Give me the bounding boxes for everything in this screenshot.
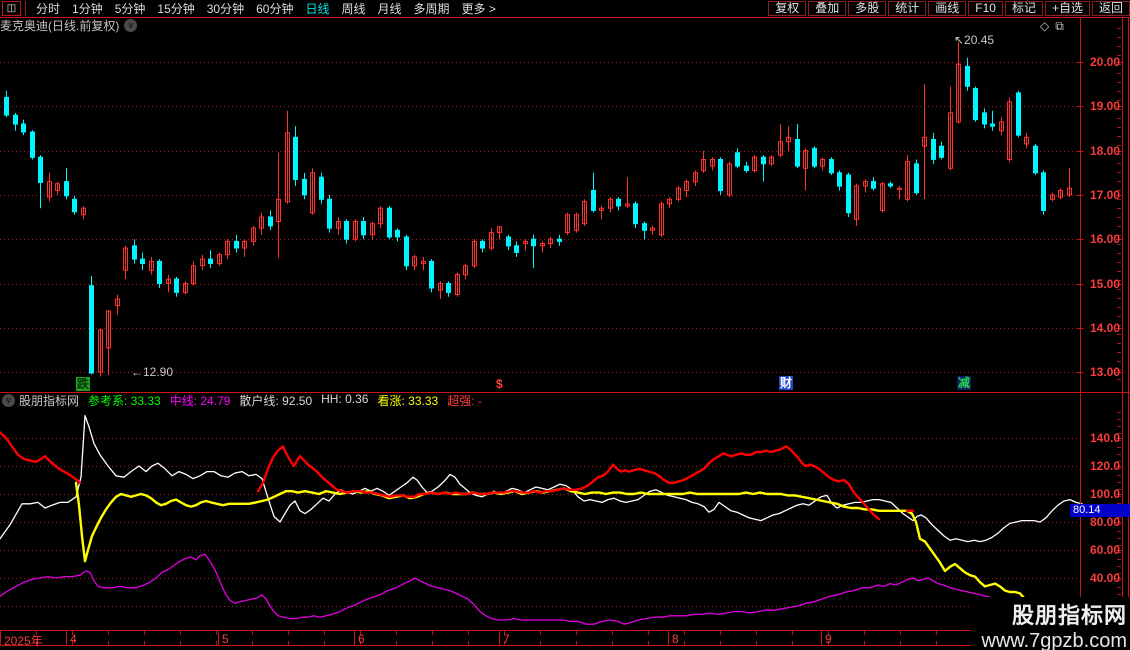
time-axis-month-1: 5 — [222, 632, 229, 646]
page-title: 麦克奥迪(日线.前复权) — [0, 19, 120, 33]
watermark-url: www.7gpzb.com — [981, 630, 1127, 650]
indicator-header-item-2: 中线: 24.79 — [169, 394, 231, 408]
window-restore-icon[interactable]: ⧉ — [1055, 19, 1064, 34]
indicator-line-超强_a — [0, 431, 82, 484]
stock-app-window: ◫ 分时 1分钟 5分钟 15分钟 30分钟 60分钟 日线 周线 月线 多周期 更多 > 复权 叠加… — [0, 0, 1130, 650]
watermark: 股朋指标网 www.7gpzb.com — [971, 597, 1129, 650]
indicator-axis-label: 100.0 — [1090, 487, 1121, 501]
indicator-line-中线 — [0, 553, 1083, 625]
indicator-header-item-3: 散户线: 92.50 — [239, 394, 313, 408]
menu-button-4[interactable]: 画线 — [928, 1, 967, 16]
price-annotation-0: ↖20.45 — [954, 33, 995, 47]
menu-button-2[interactable]: 多股 — [848, 1, 887, 16]
menu-separator — [25, 1, 26, 16]
top-menu-bar: ◫ 分时 1分钟 5分钟 15分钟 30分钟 60分钟 日线 周线 月线 多周期 更多 > 复权 叠加… — [0, 0, 1130, 17]
indicator-line-看涨 — [74, 481, 1069, 609]
indicator-axis-label: 80.00 — [1090, 515, 1121, 529]
price-axis-label: 14.00 — [1090, 320, 1121, 335]
menu-button-1[interactable]: 叠加 — [808, 1, 847, 16]
candlestick-series — [4, 42, 1072, 377]
menu-button-6[interactable]: 标记 — [1004, 1, 1043, 16]
indicator-header-item-6: 超强: - — [447, 394, 482, 408]
time-axis-month-0: 4 — [70, 632, 77, 646]
indicator-header-item-5: 看涨: 33.33 — [377, 394, 439, 408]
menu-item-period-8[interactable]: 月线 — [378, 0, 402, 17]
indicator-axis-label: 60.00 — [1090, 543, 1121, 557]
menu-button-8[interactable]: 返回 — [1091, 1, 1130, 16]
time-axis-month-2: 6 — [358, 632, 365, 646]
menu-button-0[interactable]: 复权 — [768, 1, 807, 16]
chart-canvas — [0, 17, 1130, 646]
price-axis-label: 15.00 — [1090, 276, 1121, 291]
event-badge-0: 跌 — [76, 377, 91, 391]
time-axis-year: 2025年 — [4, 634, 43, 648]
time-axis-minor-ticks-top — [0, 631, 980, 635]
indicator-values: 股朋指标网 参考系: 33.33 中线: 24.79 散户线: 92.50 HH: 0.… — [19, 392, 491, 409]
time-axis-month-5: 9 — [825, 632, 832, 646]
indicator-axis-label: 40.00 — [1090, 571, 1121, 585]
menu-item-period-2[interactable]: 5分钟 — [115, 0, 146, 17]
menu-button-7[interactable]: +自选 — [1044, 1, 1090, 16]
price-axis-label: 17.00 — [1090, 187, 1121, 202]
indicator-header-item-1: 参考系: 33.33 — [88, 394, 161, 408]
menu-item-period-5[interactable]: 60分钟 — [256, 0, 293, 17]
title-corner-icons: ◇ ⧉ — [1040, 19, 1064, 34]
price-axis-label: 16.00 — [1090, 232, 1121, 247]
price-axis-label: 13.00 — [1090, 365, 1121, 380]
time-axis-month-3: 7 — [503, 632, 510, 646]
indicator-axis-label: 120.0 — [1090, 459, 1121, 473]
menu-item-period-0[interactable]: 分时 — [36, 0, 60, 17]
price-annotation-1: ←12.90 — [131, 365, 174, 379]
indicator-header-item-4: HH: 0.36 — [321, 392, 369, 406]
indicator-header: ∨ 股朋指标网 参考系: 33.33 中线: 24.79 散户线: 92.50 HH: … — [0, 392, 491, 409]
tools-menu: 复权 叠加 多股 统计 画线 F10 标记 +自选 返回 — [766, 0, 1130, 17]
period-menu: 分时 1分钟 5分钟 15分钟 30分钟 60分钟 日线 周线 月线 多周期 更多 > — [30, 0, 502, 17]
chevron-down-icon[interactable]: ∨ — [124, 19, 138, 32]
indicator-header-item-0: 股朋指标网 — [19, 394, 80, 408]
window-icon[interactable]: ◫ — [2, 1, 21, 16]
menu-item-period-7[interactable]: 周线 — [341, 0, 365, 17]
menu-item-period-6[interactable]: 日线 — [305, 0, 329, 17]
menu-item-period-1[interactable]: 1分钟 — [72, 0, 103, 17]
event-badge-3: 减 — [957, 376, 972, 390]
menu-item-period-3[interactable]: 15分钟 — [157, 0, 194, 17]
diamond-icon[interactable]: ◇ — [1040, 19, 1049, 34]
menu-item-period-4[interactable]: 30分钟 — [207, 0, 244, 17]
time-axis-month-4: 8 — [672, 632, 679, 646]
time-axis-minor-ticks-bottom — [0, 641, 980, 645]
event-badge-2: 财 — [779, 376, 794, 390]
indicator-line-超强_b — [256, 445, 881, 521]
menu-button-5[interactable]: F10 — [968, 1, 1003, 16]
event-badge-1: $ — [496, 377, 503, 391]
price-axis-label: 18.00 — [1090, 143, 1121, 158]
price-axis-label: 20.00 — [1090, 55, 1121, 69]
price-axis-label: 19.00 — [1090, 99, 1121, 114]
indicator-axis-label: 140.0 — [1090, 431, 1121, 445]
chart-title-bar: 麦克奥迪(日线.前复权) ∨ — [0, 18, 1090, 33]
indicator-collapse-icon[interactable]: ∨ — [2, 394, 15, 407]
watermark-site-name: 股朋指标网 — [1011, 603, 1127, 628]
menu-button-3[interactable]: 统计 — [888, 1, 927, 16]
latest-value-tag: 80.14 — [1070, 504, 1130, 517]
menu-item-period-10[interactable]: 更多 > — [462, 0, 496, 17]
menu-item-period-9[interactable]: 多周期 — [414, 0, 450, 17]
